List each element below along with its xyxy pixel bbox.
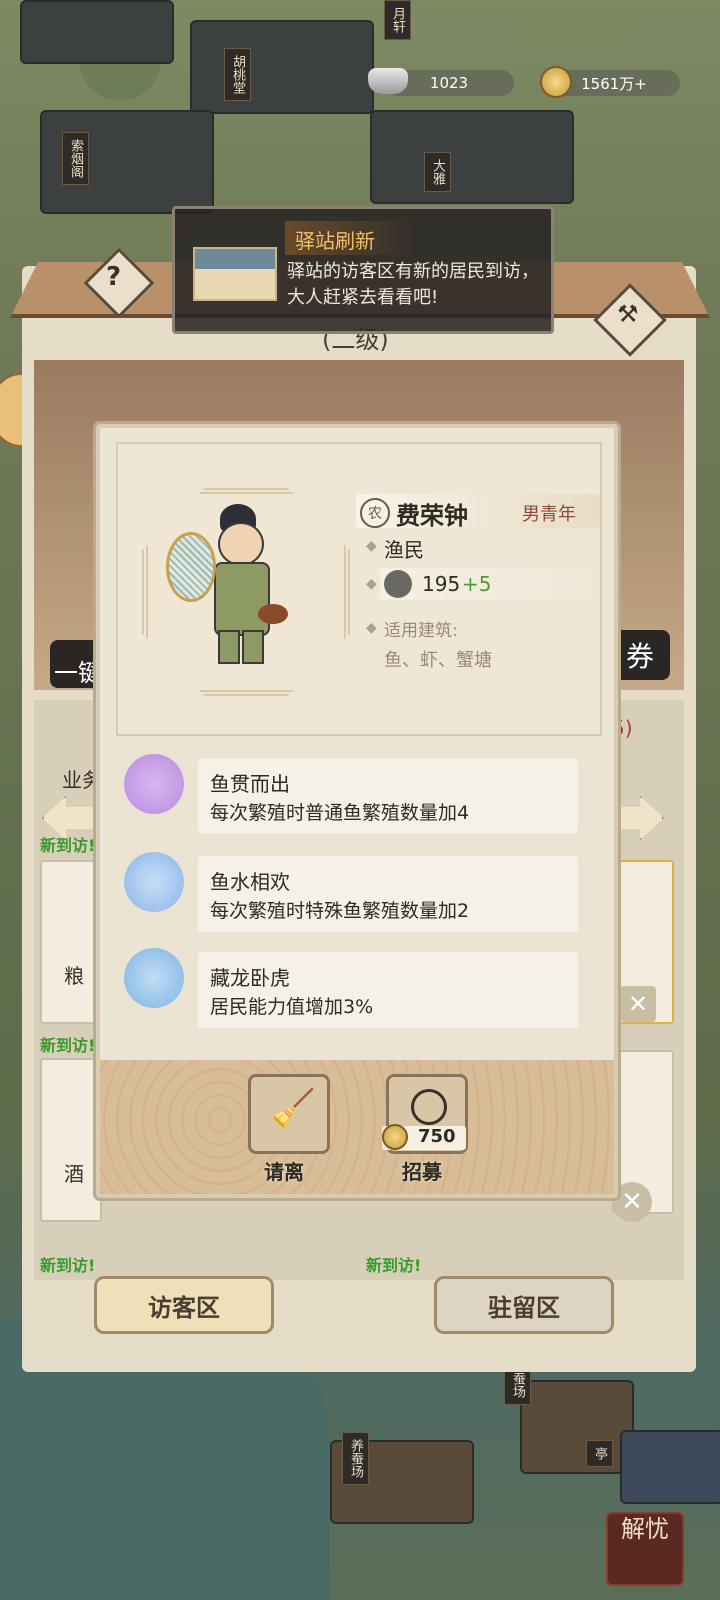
- resident-detail-modal: 农 费荣钟 男青年 ◆ 渔民 ◆ 195 +5 ◆ 适用建筑: 鱼、虾、蟹塘 鱼…: [96, 424, 618, 1198]
- building-roof: [370, 110, 574, 204]
- resident-occupation: 渔民: [384, 538, 424, 562]
- new-arrival-tag: 新到访!: [40, 1036, 96, 1055]
- close-icon[interactable]: ✕: [620, 986, 656, 1022]
- broom-icon: 🧹: [271, 1088, 316, 1129]
- resident-leg: [218, 630, 240, 664]
- bullet-icon: ◆: [366, 576, 377, 592]
- new-arrival-tag: 新到访!: [40, 1256, 96, 1275]
- resident-leg: [242, 630, 264, 664]
- trait-row: 藏龙卧虎 居民能力值增加3%: [198, 952, 578, 1028]
- tiger-icon: [124, 948, 184, 1008]
- trait-row: 鱼水相欢 每次繁殖时特殊鱼繁殖数量加2: [198, 856, 578, 932]
- shop-label: 大雅: [424, 152, 451, 192]
- new-arrival-tag: 新到访!: [40, 836, 96, 855]
- visitor-name: 粮: [64, 964, 84, 988]
- visitor-slot[interactable]: [40, 1058, 102, 1222]
- building-roof: [20, 0, 174, 64]
- ability-bonus: +5: [462, 572, 492, 596]
- ability-value: 195: [422, 572, 461, 596]
- shop-label: 月轩: [384, 0, 411, 40]
- tab-stay-area[interactable]: 驻留区: [434, 1276, 614, 1334]
- one-click-label: 一键: [54, 659, 102, 687]
- resident-name: 费荣钟: [396, 501, 468, 530]
- shop-label: 索烟阁: [62, 132, 89, 185]
- fish-basket-icon: [258, 604, 288, 624]
- solve-worries-stamp[interactable]: 解忧: [606, 1512, 684, 1586]
- help-icon: ?: [106, 262, 122, 292]
- notification-toast[interactable]: 驿站刷新 驿站的访客区有新的居民到访，大人赶紧去看看吧!: [172, 206, 554, 334]
- gold-amount: 1561万+: [581, 74, 647, 93]
- resident-card: 农 费荣钟 男青年 ◆ 渔民 ◆ 195 +5 ◆ 适用建筑: 鱼、虾、蟹塘: [116, 442, 602, 736]
- building-roof: [520, 1380, 634, 1474]
- trait-desc: 每次繁殖时特殊鱼繁殖数量加2: [210, 900, 470, 922]
- trait-row: 鱼贯而出 每次繁殖时普通鱼繁殖数量加4: [198, 758, 578, 834]
- post-station-icon: [193, 247, 277, 301]
- buildings-list: 鱼、虾、蟹塘: [384, 650, 492, 671]
- bullet-icon: ◆: [366, 620, 377, 636]
- close-icon[interactable]: ✕: [612, 1182, 652, 1222]
- visitor-name: 酒: [64, 1162, 84, 1186]
- fish-out-icon: [124, 754, 184, 814]
- trait-title: 鱼水相欢: [210, 870, 290, 894]
- recruit-icon: [411, 1089, 447, 1125]
- fish-water-icon: [124, 852, 184, 912]
- new-arrival-tag: 新到访!: [366, 1256, 422, 1275]
- stamp-label: 解忧: [621, 1515, 669, 1543]
- resident-tag: 男青年: [522, 504, 576, 525]
- recruit-label: 招募: [402, 1160, 442, 1184]
- ticket-button[interactable]: 券: [610, 630, 670, 680]
- silver-amount: 1023: [429, 74, 469, 92]
- bullet-icon: ◆: [366, 538, 377, 554]
- hammer-icon: ⚒: [617, 300, 639, 328]
- resident-face: [218, 522, 264, 566]
- trait-title: 鱼贯而出: [210, 772, 290, 796]
- notification-title: 驿站刷新: [295, 229, 375, 253]
- trait-desc: 居民能力值增加3%: [210, 996, 374, 1018]
- tab-stay-label: 驻留区: [488, 1292, 560, 1322]
- trait-title: 藏龙卧虎: [210, 966, 290, 990]
- recruit-cost: 750: [418, 1126, 456, 1147]
- silver-ingot-icon: [368, 68, 408, 94]
- action-footer: 🧹 请离 750 招募: [100, 1060, 614, 1194]
- ticket-label: 券: [625, 640, 654, 673]
- shop-label: 胡桃堂: [224, 48, 251, 101]
- ability-icon: [384, 570, 412, 598]
- buildings-label: 适用建筑:: [384, 621, 458, 641]
- tab-visitor-area[interactable]: 访客区: [94, 1276, 274, 1334]
- building-roof: [620, 1430, 720, 1504]
- dismiss-label: 请离: [264, 1160, 304, 1184]
- dismiss-button[interactable]: 🧹: [248, 1074, 330, 1154]
- trait-desc: 每次繁殖时普通鱼繁殖数量加4: [210, 802, 470, 824]
- class-badge-icon: 农: [360, 498, 390, 528]
- gold-coin-icon: [382, 1124, 408, 1150]
- tab-visitor-label: 访客区: [148, 1292, 220, 1322]
- resident-body: [214, 562, 270, 636]
- visitor-slot[interactable]: [40, 860, 102, 1024]
- gold-coin-icon: [540, 66, 572, 98]
- shop-label: 养蚕场: [342, 1432, 369, 1485]
- notification-message: 驿站的访客区有新的居民到访，大人赶紧去看看吧!: [287, 261, 539, 308]
- building-roof: [190, 20, 374, 114]
- fishing-net-icon: [166, 532, 216, 602]
- shop-label: 亭: [586, 1440, 613, 1467]
